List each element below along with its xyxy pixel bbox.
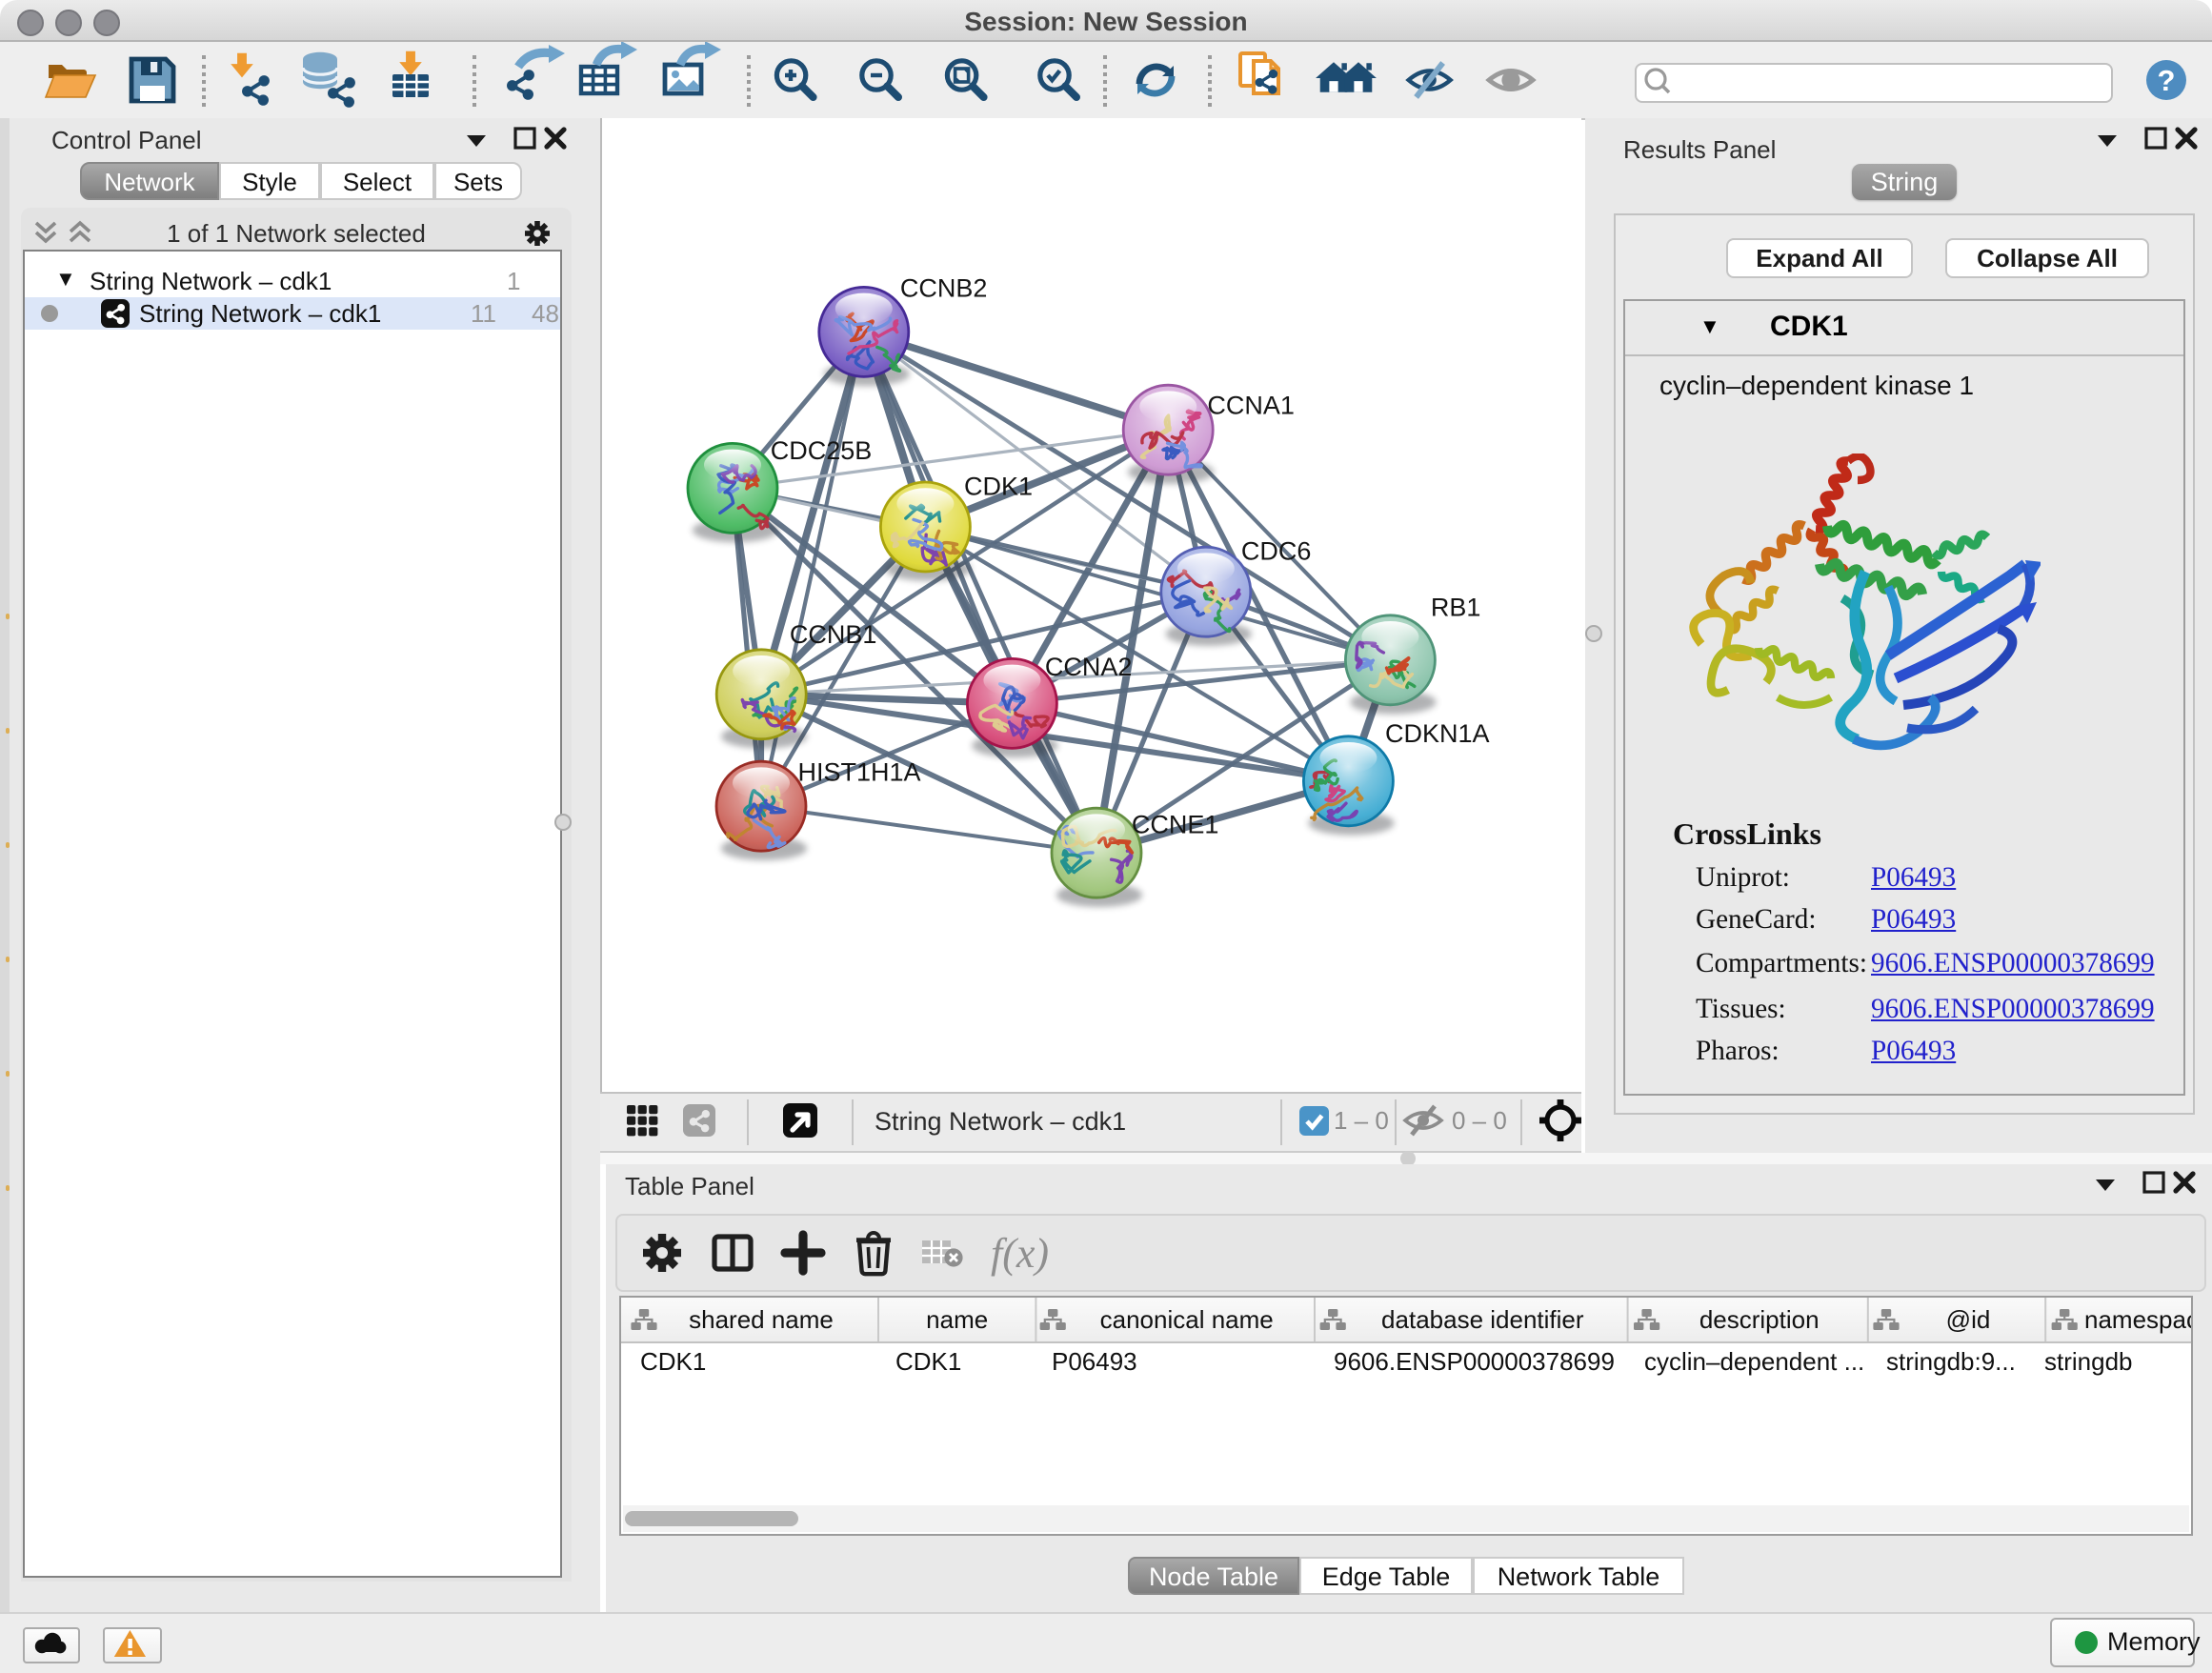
svg-text:name: name [926,1305,988,1334]
svg-text:CDKN1A: CDKN1A [1385,719,1490,748]
svg-text:@id: @id [1946,1305,1991,1334]
svg-text:CCNB1: CCNB1 [790,620,877,649]
svg-text:0 – 0: 0 – 0 [1452,1106,1507,1135]
svg-text:canonical name: canonical name [1100,1305,1274,1334]
svg-text:f(x): f(x) [991,1230,1049,1277]
svg-text:CDC25B: CDC25B [771,436,873,465]
svg-text:RB1: RB1 [1431,593,1481,621]
svg-text:CDK1: CDK1 [964,473,1033,501]
svg-text:HIST1H1A: HIST1H1A [797,758,920,787]
svg-text:CCNA1: CCNA1 [1207,391,1295,419]
svg-text:namespace: namespace [2084,1305,2191,1334]
svg-text:?: ? [2158,64,2176,97]
svg-text:database identifier: database identifier [1381,1305,1584,1334]
svg-text:shared name: shared name [689,1305,834,1334]
svg-text:CCNB2: CCNB2 [900,273,988,302]
svg-text:CCNA2: CCNA2 [1045,653,1133,681]
svg-text:description: description [1699,1305,1820,1334]
svg-text:1 – 0: 1 – 0 [1334,1106,1389,1135]
svg-text:CCNE1: CCNE1 [1132,811,1219,839]
svg-text:CDC6: CDC6 [1241,537,1312,566]
